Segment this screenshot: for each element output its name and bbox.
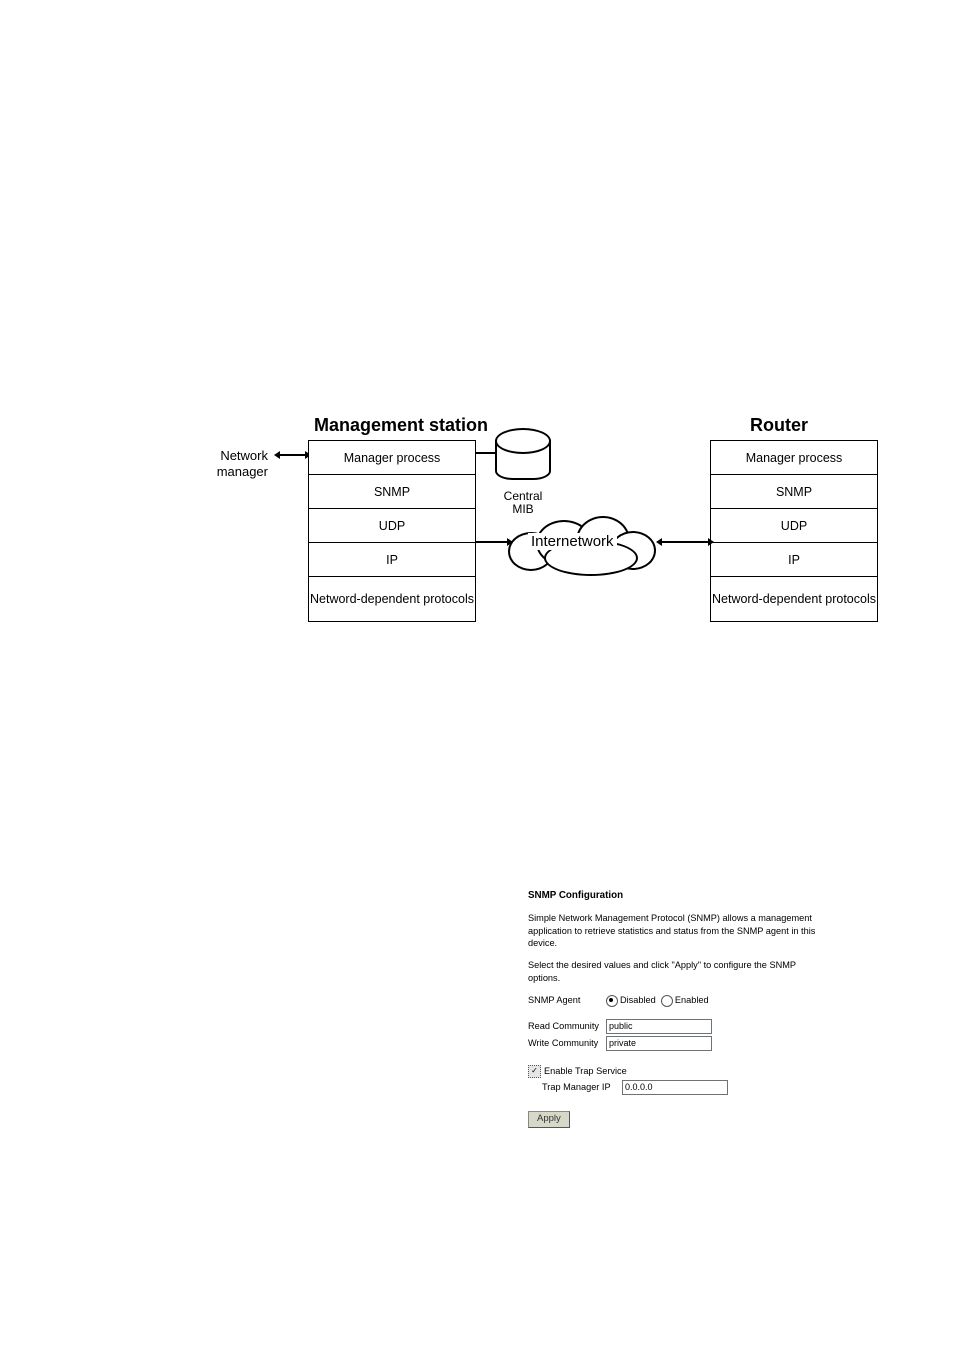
enable-trap-service-label: Enable Trap Service — [544, 1065, 627, 1077]
panel-intro-text: Simple Network Management Protocol (SNMP… — [528, 912, 818, 949]
stack-cell: Manager process — [711, 441, 877, 474]
router-stack: Manager process SNMP UDP IP Netword-depe… — [710, 440, 878, 622]
arrow-network-manager — [280, 454, 305, 456]
snmp-agent-enabled-radio[interactable] — [661, 995, 673, 1007]
trap-manager-ip-label: Trap Manager IP — [542, 1081, 622, 1093]
panel-title: SNMP Configuration — [528, 889, 818, 902]
read-community-label: Read Community — [528, 1020, 606, 1032]
read-community-input[interactable] — [606, 1019, 712, 1034]
enable-trap-service-checkbox[interactable]: ✓ — [528, 1065, 541, 1078]
stack-cell: Netword-dependent protocols — [309, 576, 475, 621]
snmp-architecture-diagram: Management station Router Network manage… — [210, 410, 910, 670]
write-community-label: Write Community — [528, 1037, 606, 1049]
write-community-input[interactable] — [606, 1036, 712, 1051]
management-station-stack: Manager process SNMP UDP IP Netword-depe… — [308, 440, 476, 622]
side-label-network-manager: Network manager — [188, 448, 268, 479]
internetwork-label: Internetwork — [528, 533, 617, 550]
snmp-agent-disabled-radio[interactable] — [606, 995, 618, 1007]
heading-router: Router — [750, 415, 808, 436]
stack-cell: SNMP — [711, 474, 877, 508]
panel-instruction-text: Select the desired values and click "App… — [528, 959, 818, 984]
heading-management-station: Management station — [314, 415, 488, 436]
stack-cell: UDP — [711, 508, 877, 542]
connector-left-cloud — [475, 541, 507, 543]
snmp-configuration-panel: SNMP Configuration Simple Network Manage… — [528, 889, 818, 1128]
trap-manager-ip-input[interactable] — [622, 1080, 728, 1095]
central-mib-icon — [495, 440, 551, 480]
connector-right-cloud — [662, 541, 708, 543]
stack-cell: IP — [309, 542, 475, 576]
stack-cell: UDP — [309, 508, 475, 542]
snmp-agent-label: SNMP Agent — [528, 994, 606, 1006]
enabled-radio-label: Enabled — [675, 994, 709, 1006]
disabled-radio-label: Disabled — [620, 994, 656, 1006]
stack-cell: Manager process — [309, 441, 475, 474]
apply-button[interactable]: Apply — [528, 1111, 570, 1128]
stack-cell: IP — [711, 542, 877, 576]
stack-cell: Netword-dependent protocols — [711, 576, 877, 621]
central-mib-label: Central MIB — [492, 490, 554, 516]
stack-cell: SNMP — [309, 474, 475, 508]
